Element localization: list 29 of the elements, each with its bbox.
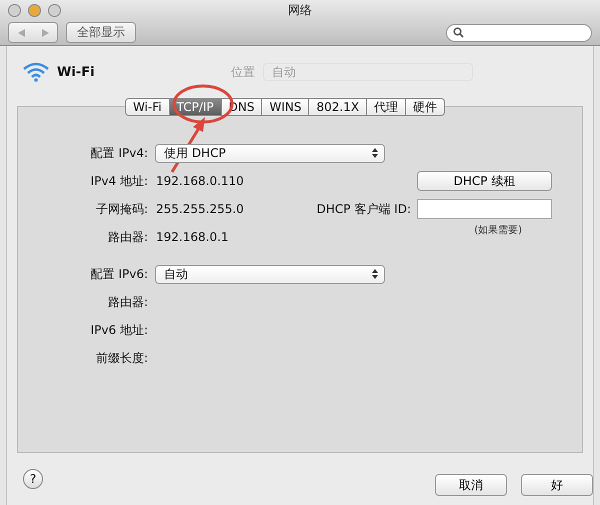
dialog-button[interactable]: 取消 (435, 474, 507, 496)
help-button[interactable]: ? (23, 469, 43, 489)
field-value: 192.168.0.110 (156, 174, 245, 188)
field-value: 192.168.0.1 (156, 230, 230, 244)
tab[interactable]: TCP/IP (170, 98, 222, 116)
config-popup[interactable]: 自动 (155, 264, 385, 284)
field-label: DHCP 客户端 ID: (316, 200, 411, 218)
field-label: 配置 IPv4: (90, 144, 148, 162)
field-label: IPv6 地址: (90, 322, 148, 338)
field-label: 子网掩码: (94, 200, 148, 218)
window-title: 网络 (288, 2, 312, 16)
field-note: (如果需要) (474, 224, 522, 237)
field-value: 255.255.255.0 (156, 202, 245, 216)
dhcp-renew-button[interactable]: DHCP 续租 (417, 171, 552, 191)
tab[interactable]: 硬件 (406, 98, 446, 116)
field-label: 前缀长度: (94, 350, 148, 366)
field-label: 路由器: (106, 294, 148, 310)
field-label: IPv4 地址: (90, 172, 148, 190)
service-name: Wi-Fi (57, 64, 95, 80)
field-label: 配置 IPv6: (90, 266, 148, 282)
config-popup[interactable]: 使用 DHCP (155, 144, 385, 162)
tab[interactable]: Wi-Fi (124, 98, 170, 116)
field-label: 路由器: (106, 228, 148, 246)
tab[interactable]: 802.1X (309, 98, 368, 116)
dialog-button[interactable]: 好 (521, 474, 593, 496)
tab[interactable]: 代理 (367, 98, 406, 116)
tab[interactable]: WINS (262, 98, 310, 116)
show-all-button[interactable]: 全部显示 (66, 22, 136, 43)
location-label: 位置 (231, 64, 255, 80)
